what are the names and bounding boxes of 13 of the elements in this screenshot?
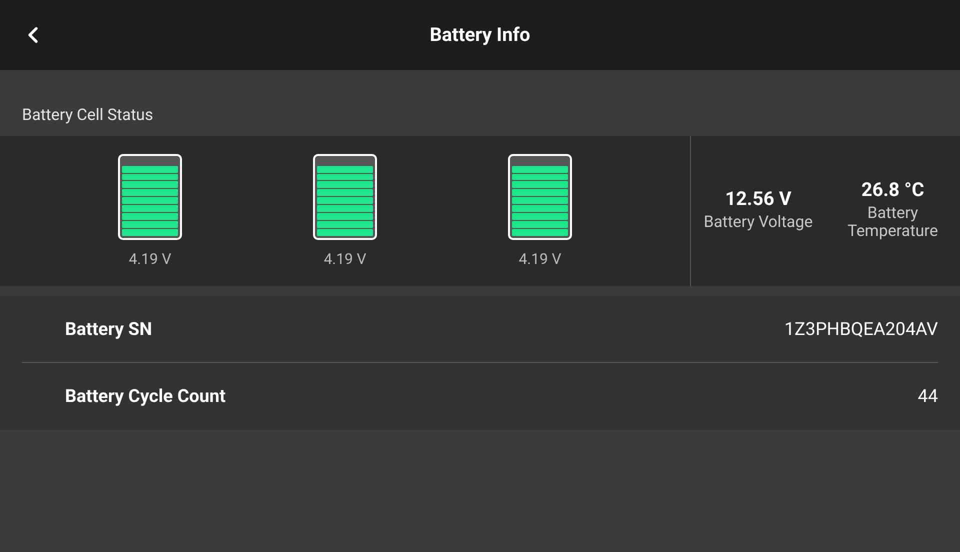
cell-voltage: 4.19 V [518,248,562,270]
info-value: 44 [918,385,938,409]
section-title: Battery Cell Status [21,104,154,126]
cell-voltage: 4.19 V [128,248,172,270]
cell-voltage: 4.19 V [324,248,366,270]
stat-value: 26.8 °C [861,176,924,203]
stat-label: Battery Voltage [704,213,813,232]
page-title: Battery Info [430,22,530,48]
stat-value: 12.56 V [725,186,792,212]
info-value: 1Z3PHBQEA204AV [784,318,938,342]
info-label: Battery Cycle Count [64,385,226,409]
info-label: Battery SN [64,318,152,342]
stat-label: Battery Temperature [846,204,939,240]
